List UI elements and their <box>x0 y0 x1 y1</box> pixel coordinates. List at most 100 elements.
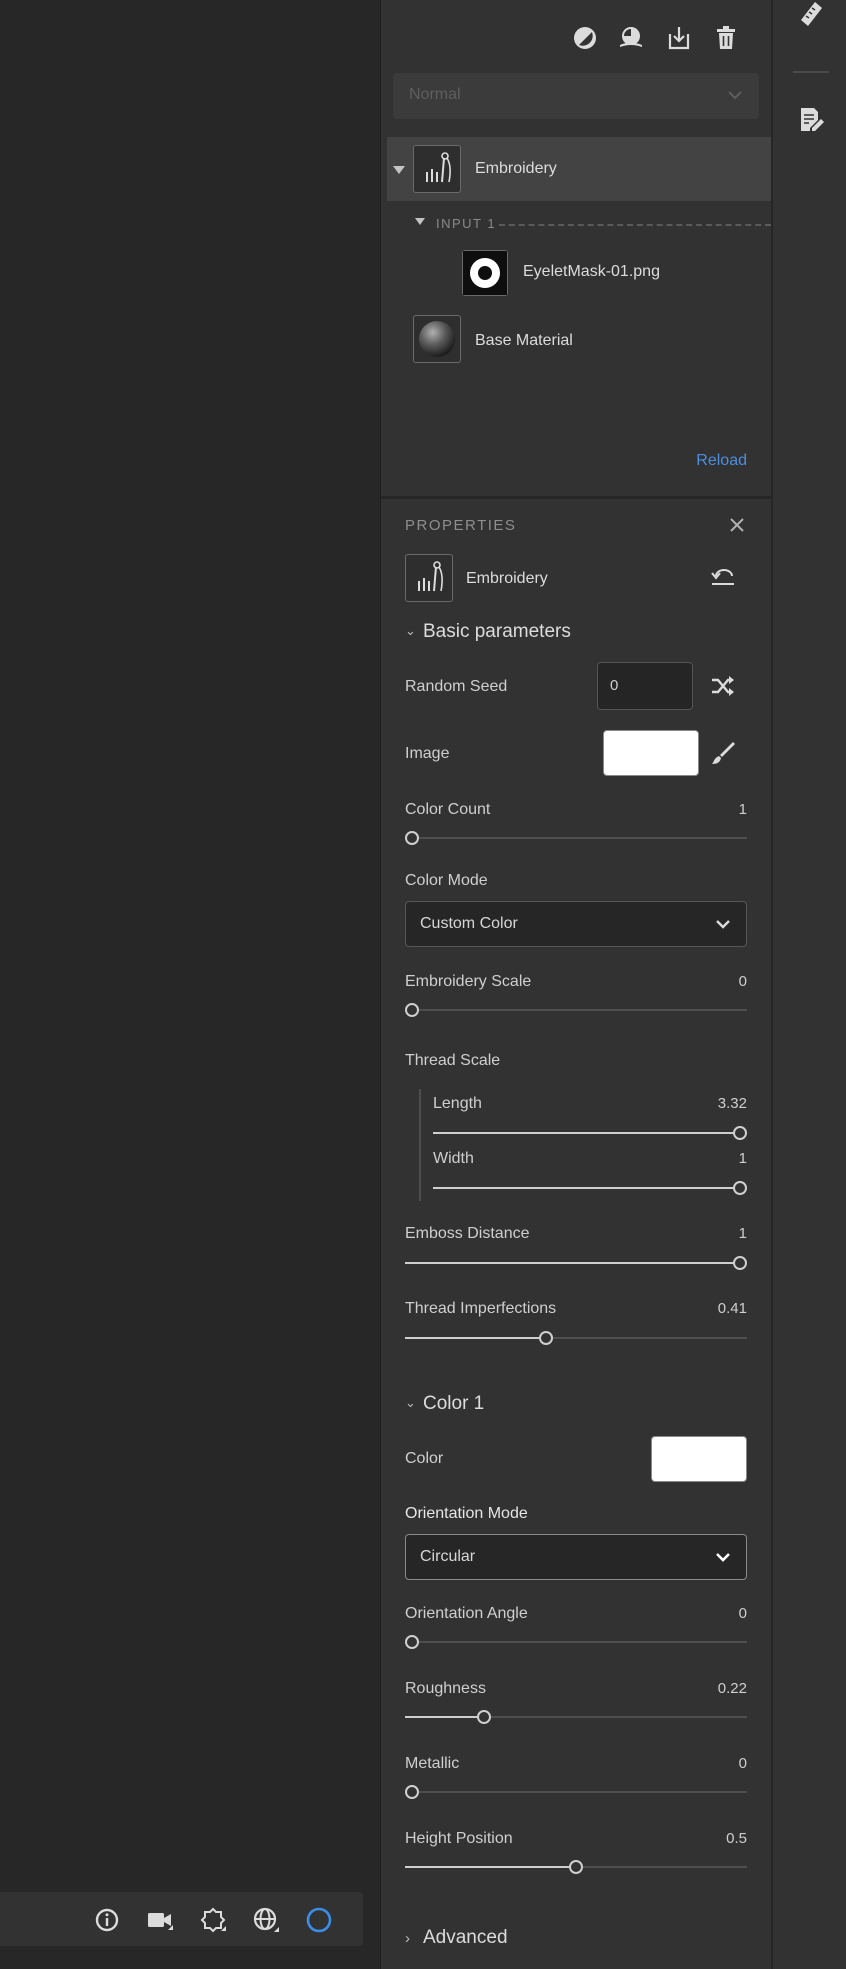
chevron-down-icon <box>716 920 730 929</box>
render-icon[interactable] <box>305 1906 333 1934</box>
chevron-down-icon <box>716 1553 730 1562</box>
layer-embroidery[interactable]: Embroidery <box>387 137 771 201</box>
thread-scale-group-bar <box>419 1089 421 1201</box>
thread-imperfections-label: Thread Imperfections <box>405 1300 557 1317</box>
notes-icon[interactable] <box>797 106 825 134</box>
image-label: Image <box>405 745 450 762</box>
section-label: Basic parameters <box>423 621 571 642</box>
section-label: Advanced <box>423 1927 508 1948</box>
length-value: 3.32 <box>717 1095 747 1112</box>
width-value: 1 <box>738 1150 747 1167</box>
camera-icon[interactable] <box>146 1906 174 1934</box>
embroidery-scale-slider[interactable] <box>405 1002 747 1018</box>
fill-icon[interactable] <box>617 24 645 52</box>
length-slider[interactable] <box>433 1125 747 1141</box>
height-position-value: 0.5 <box>726 1830 747 1847</box>
orientation-mode-label: Orientation Mode <box>405 1505 528 1522</box>
embroidery-filter-icon <box>405 554 453 602</box>
width-slider[interactable] <box>433 1180 747 1196</box>
height-position-label: Height Position <box>405 1830 513 1847</box>
layer-label: Base Material <box>475 332 573 349</box>
right-rail <box>771 0 846 1969</box>
slider-knob[interactable] <box>477 1710 491 1724</box>
metallic-value: 0 <box>738 1755 747 1772</box>
advanced-section[interactable]: › Advanced <box>405 1927 508 1949</box>
material-sphere-thumbnail <box>413 315 461 363</box>
roughness-slider[interactable] <box>405 1709 747 1725</box>
layer-label: Embroidery <box>475 160 557 177</box>
random-seed-input[interactable]: 0 <box>597 662 693 710</box>
input-expand-icon[interactable] <box>415 218 425 225</box>
blend-mode-select[interactable]: Normal <box>393 73 759 119</box>
emboss-distance-label: Emboss Distance <box>405 1225 530 1242</box>
color-label: Color <box>405 1450 444 1467</box>
layer-label: EyeletMask-01.png <box>523 263 660 280</box>
filter-name: Embroidery <box>466 570 548 587</box>
orientation-mode-value: Circular <box>420 1548 476 1565</box>
embroidery-filter-icon <box>413 145 461 193</box>
mask-thumbnail <box>462 250 508 296</box>
slider-knob[interactable] <box>405 831 419 845</box>
orientation-angle-slider[interactable] <box>405 1634 747 1650</box>
slider-knob[interactable] <box>405 1003 419 1017</box>
chevron-down-icon: ⌄ <box>405 1395 416 1410</box>
slider-knob[interactable] <box>733 1181 747 1195</box>
embroidery-scale-label: Embroidery Scale <box>405 973 532 990</box>
reset-icon[interactable] <box>709 564 737 592</box>
shuffle-icon[interactable] <box>709 672 737 700</box>
viewport[interactable] <box>0 0 380 1969</box>
properties-panel: PROPERTIES Embroidery ⌄ Basic parameters … <box>381 499 771 1969</box>
environment-icon[interactable] <box>252 1906 280 1934</box>
chevron-right-icon: › <box>405 1930 410 1947</box>
orientation-angle-label: Orientation Angle <box>405 1605 528 1622</box>
mask-icon[interactable] <box>571 24 599 52</box>
layers-panel: Normal Embroidery INPUT 1 EyeletMask-01.… <box>381 0 771 496</box>
color-swatch[interactable] <box>651 1436 747 1482</box>
slider-knob[interactable] <box>733 1256 747 1270</box>
chevron-down-icon <box>728 91 742 100</box>
import-icon[interactable] <box>665 24 693 52</box>
info-icon[interactable] <box>93 1906 121 1934</box>
blend-mode-value: Normal <box>409 86 461 103</box>
expand-triangle-icon[interactable] <box>393 166 405 174</box>
color-count-value: 1 <box>738 801 747 818</box>
roughness-label: Roughness <box>405 1680 486 1697</box>
slider-knob[interactable] <box>569 1860 583 1874</box>
basic-parameters-section[interactable]: ⌄ Basic parameters <box>405 621 571 643</box>
random-seed-label: Random Seed <box>405 678 508 695</box>
orientation-mode-dropdown[interactable]: Circular <box>405 1534 747 1580</box>
reload-link[interactable]: Reload <box>696 452 747 470</box>
paint-brush-icon[interactable] <box>709 739 737 767</box>
trash-icon[interactable] <box>712 24 740 52</box>
properties-header: PROPERTIES <box>405 517 517 534</box>
metallic-slider[interactable] <box>405 1784 747 1800</box>
thread-scale-label: Thread Scale <box>405 1052 501 1069</box>
section-label: Color 1 <box>423 1393 485 1414</box>
color-count-slider[interactable] <box>405 830 747 846</box>
emboss-distance-slider[interactable] <box>405 1255 747 1271</box>
emboss-distance-value: 1 <box>738 1225 747 1242</box>
viewport-toolbar <box>0 1892 363 1946</box>
random-seed-value: 0 <box>610 677 619 694</box>
color-count-label: Color Count <box>405 801 491 818</box>
color-mode-value: Custom Color <box>420 915 518 932</box>
layer-base-material[interactable]: Base Material <box>387 313 771 377</box>
color-mode-dropdown[interactable]: Custom Color <box>405 901 747 947</box>
slider-knob[interactable] <box>405 1635 419 1649</box>
image-slot[interactable] <box>603 730 699 776</box>
close-icon[interactable] <box>727 515 747 535</box>
color1-section[interactable]: ⌄ Color 1 <box>405 1393 484 1415</box>
width-label: Width <box>433 1150 474 1167</box>
layer-mask[interactable]: EyeletMask-01.png <box>387 244 771 308</box>
embroidery-scale-value: 0 <box>738 973 747 990</box>
slider-knob[interactable] <box>539 1331 553 1345</box>
orientation-angle-value: 0 <box>738 1605 747 1622</box>
light-icon[interactable] <box>199 1906 227 1934</box>
ruler-icon[interactable] <box>797 0 825 28</box>
length-label: Length <box>433 1095 482 1112</box>
slider-knob[interactable] <box>405 1785 419 1799</box>
height-position-slider[interactable] <box>405 1859 747 1875</box>
slider-knob[interactable] <box>733 1126 747 1140</box>
thread-imperfections-slider[interactable] <box>405 1330 747 1346</box>
input-dash-divider <box>499 224 771 226</box>
